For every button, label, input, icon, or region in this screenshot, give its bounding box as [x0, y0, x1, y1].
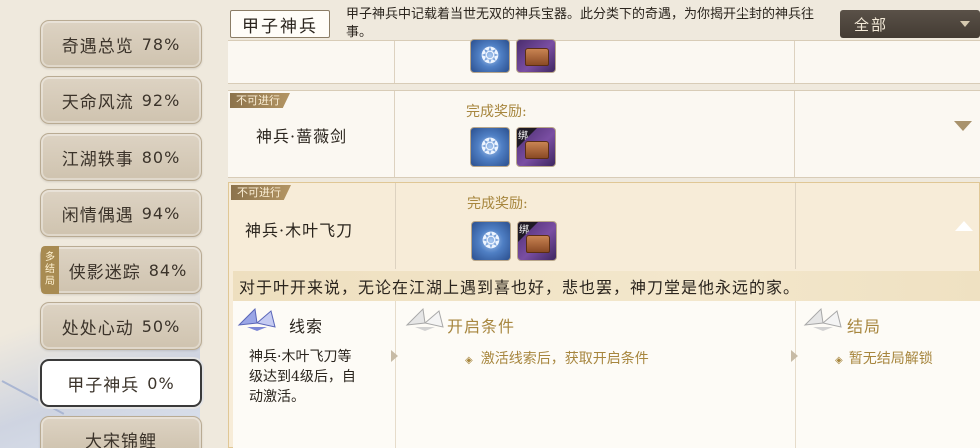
category-title: 甲子神兵 [242, 16, 318, 37]
encounter-name: 神兵·蔷薇剑 [256, 127, 348, 146]
category-label: 天命风流 [61, 92, 134, 113]
category-label: 大宋锦鲤 [85, 432, 157, 448]
category-percent: 94% [141, 203, 181, 223]
reward-jade-icon: ❂ [471, 221, 511, 261]
category-percent: 84% [148, 260, 188, 280]
clue-title: 线索 [289, 317, 324, 336]
category-title-box: 甲子神兵 [230, 10, 330, 38]
condition-title: 开启条件 [447, 317, 516, 336]
reward-label: 完成奖励: [466, 104, 527, 120]
category-item-xianqing[interactable]: 闲情偶遇 94% [40, 189, 202, 237]
paper-crane-icon [237, 307, 276, 331]
encounter-row-expanded[interactable]: 不可进行 神兵·木叶飞刀 完成奖励: ❂ 绑 对于叶开来说，无论在江湖上遇到喜也… [228, 182, 980, 448]
bind-tag-label: 绑 [518, 131, 528, 142]
category-item-overview[interactable]: 奇遇总览 78% [40, 20, 202, 68]
category-label: 甲子神兵 [67, 375, 140, 396]
category-percent: 78% [141, 34, 181, 54]
category-description: 甲子神兵中记载着当世无双的神兵宝器。此分类下的奇遇，为你揭开尘封的神兵往事。 [346, 7, 815, 40]
category-percent: 50% [141, 316, 181, 336]
filter-dropdown[interactable]: 全部 [840, 10, 980, 38]
category-label: 闲情偶遇 [61, 205, 134, 226]
collapse-arrow-icon[interactable] [955, 221, 973, 231]
ending-text: ◈ 暂无结局解锁 [835, 351, 933, 367]
encounter-details: 线索 神兵·木叶飞刀等 级达到4级后，自 动激活。 开启条件 ◈ 激活线索后，获取… [233, 301, 980, 448]
category-item-tianming[interactable]: 天命风流 92% [40, 76, 202, 124]
category-percent: 80% [141, 147, 181, 167]
chevron-down-icon [960, 21, 970, 27]
multi-ending-tag: 多 结 局 [41, 246, 59, 294]
ending-title: 结局 [847, 317, 882, 336]
category-label: 侠影迷踪 [68, 262, 141, 283]
main-panel: 甲子神兵 甲子神兵中记载着当世无双的神兵宝器。此分类下的奇遇，为你揭开尘封的神兵… [228, 0, 980, 448]
chevron-right-icon [791, 350, 798, 362]
encounter-row[interactable]: 不可进行 神兵·蔷薇剑 完成奖励: ❂ 绑 [228, 90, 980, 178]
story-quote: 对于叶开来说，无论在江湖上遇到喜也好，悲也罢，神刀堂是他永远的家。 [233, 271, 980, 301]
category-item-jiazi-active[interactable]: 甲子神兵 0% [40, 359, 202, 407]
diamond-icon: ◈ [465, 355, 473, 366]
expand-arrow-icon[interactable] [954, 121, 972, 131]
reward-chest-icon: 绑 [516, 127, 556, 167]
status-badge: 不可进行 [230, 93, 290, 108]
chevron-right-icon [391, 350, 398, 362]
category-item-xiaying[interactable]: 侠影迷踪 84% [40, 246, 202, 294]
bind-tag-label: 绑 [519, 225, 529, 236]
category-sidebar: 奇遇总览 78% 天命风流 92% 江湖轶事 80% 闲情偶遇 94% 多 结 … [0, 0, 222, 448]
category-label: 江湖轶事 [61, 149, 134, 170]
encounter-row-partial[interactable]: ❂ [228, 39, 980, 84]
status-badge: 不可进行 [231, 185, 291, 200]
paper-crane-icon [803, 307, 842, 331]
condition-text: ◈ 激活线索后，获取开启条件 [465, 351, 649, 367]
category-percent: 92% [141, 90, 181, 110]
diamond-icon: ◈ [835, 355, 843, 366]
filter-value: 全部 [854, 15, 889, 34]
reward-jade-icon: ❂ [470, 127, 510, 167]
reward-jade-icon: ❂ [470, 39, 510, 73]
reward-label: 完成奖励: [467, 196, 528, 212]
reward-chest-icon: 绑 [517, 221, 557, 261]
category-item-jianghu[interactable]: 江湖轶事 80% [40, 133, 202, 181]
category-item-chuchu[interactable]: 处处心动 50% [40, 302, 202, 350]
category-label: 奇遇总览 [61, 36, 134, 57]
reward-chest-icon [516, 39, 556, 73]
clue-text: 神兵·木叶飞刀等 级达到4级后，自 动激活。 [249, 349, 356, 405]
category-item-dasong[interactable]: 大宋锦鲤 [40, 416, 202, 448]
category-percent: 0% [147, 373, 175, 393]
paper-crane-icon [405, 307, 444, 331]
encounter-name: 神兵·木叶飞刀 [245, 221, 354, 240]
category-label: 处处心动 [61, 318, 134, 339]
